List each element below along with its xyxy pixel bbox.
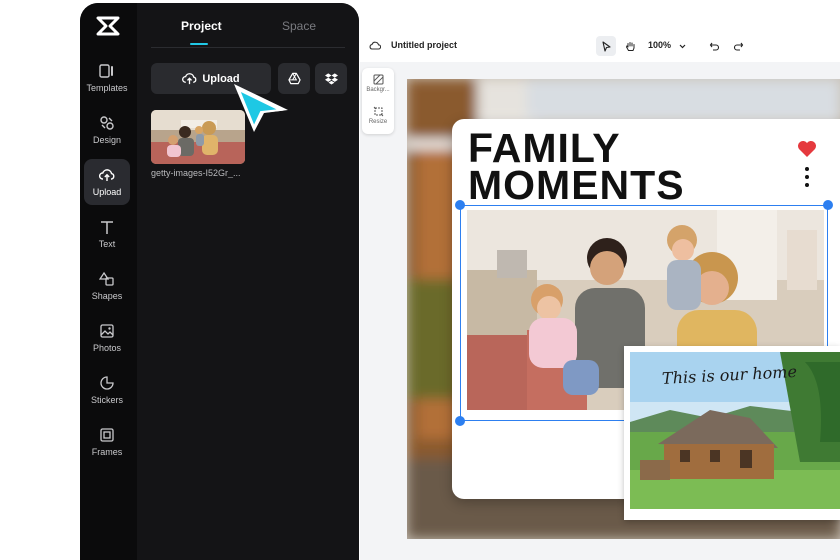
upload-icon bbox=[99, 169, 115, 181]
divider bbox=[151, 47, 345, 48]
headline-text[interactable]: FAMILY MOMENTS bbox=[468, 128, 768, 208]
rail-item-text[interactable]: Text bbox=[84, 211, 130, 257]
hand-icon bbox=[625, 41, 634, 51]
resize-tool-label: Resize bbox=[368, 119, 388, 125]
redo-icon bbox=[733, 42, 743, 51]
rail-item-frames[interactable]: Frames bbox=[84, 419, 130, 465]
resize-tool[interactable]: Resize bbox=[362, 106, 394, 125]
project-title[interactable]: Untitled project bbox=[391, 40, 457, 50]
active-tab-indicator bbox=[190, 43, 208, 45]
frames-icon bbox=[100, 428, 114, 442]
rail-label: Frames bbox=[91, 447, 123, 457]
pointer-cursor-icon bbox=[234, 84, 288, 132]
hand-tool-button[interactable] bbox=[620, 36, 640, 56]
rail-item-shapes[interactable]: Shapes bbox=[84, 263, 130, 309]
editor-toolbar: Untitled project 100% bbox=[360, 30, 840, 62]
background-icon bbox=[373, 74, 383, 85]
pointer-icon bbox=[601, 40, 611, 52]
rail-item-photos[interactable]: Photos bbox=[84, 315, 130, 361]
dropbox-button[interactable] bbox=[315, 63, 347, 94]
zoom-dropdown-button[interactable] bbox=[672, 36, 692, 56]
dropbox-icon bbox=[324, 73, 338, 85]
stickers-icon bbox=[100, 376, 114, 390]
cloud-upload-icon bbox=[182, 73, 197, 85]
templates-icon bbox=[99, 64, 113, 78]
shapes-icon bbox=[99, 271, 114, 286]
thumbnail-filename: getty-images-I52Gr_... bbox=[151, 168, 241, 178]
undo-button[interactable] bbox=[704, 36, 724, 56]
resize-handle-bottom-left[interactable] bbox=[455, 416, 465, 426]
photos-icon bbox=[100, 324, 114, 338]
background-tool-label: Backgr... bbox=[366, 87, 390, 93]
undo-icon bbox=[709, 42, 719, 51]
rail-item-design[interactable]: Design bbox=[84, 107, 130, 153]
tab-space[interactable]: Space bbox=[282, 19, 316, 33]
resize-handle-top-right[interactable] bbox=[823, 200, 833, 210]
rail-label: Upload bbox=[92, 187, 122, 197]
tool-rail: Templates Design Upload Text Shapes Phot… bbox=[80, 3, 137, 560]
cloud-sync-icon bbox=[369, 41, 381, 50]
rail-label: Design bbox=[92, 135, 121, 145]
resize-handle-top-left[interactable] bbox=[455, 200, 465, 210]
headline-line-2: MOMENTS bbox=[468, 162, 685, 208]
rail-item-templates[interactable]: Templates bbox=[84, 55, 130, 101]
heart-icon[interactable] bbox=[797, 140, 817, 158]
resize-icon bbox=[373, 106, 383, 117]
canvas-side-tools: Backgr... Resize bbox=[362, 68, 394, 134]
text-icon bbox=[101, 221, 113, 234]
editor-sidebar: Templates Design Upload Text Shapes Phot… bbox=[80, 3, 359, 560]
rail-item-stickers[interactable]: Stickers bbox=[84, 367, 130, 413]
panel-tabs: Project Space bbox=[137, 17, 359, 47]
select-tool-button[interactable] bbox=[596, 36, 616, 56]
rail-label: Text bbox=[98, 239, 116, 249]
zoom-level[interactable]: 100% bbox=[648, 40, 671, 50]
rail-label: Shapes bbox=[91, 291, 123, 301]
background-tool[interactable]: Backgr... bbox=[362, 74, 394, 93]
rail-label: Stickers bbox=[90, 395, 123, 405]
screen: Templates Design Upload Text Shapes Phot… bbox=[0, 0, 840, 560]
tab-project[interactable]: Project bbox=[181, 19, 222, 33]
rail-label: Templates bbox=[86, 83, 128, 93]
capcut-logo-icon[interactable] bbox=[96, 15, 120, 37]
chevron-down-icon bbox=[679, 44, 685, 48]
design-icon bbox=[100, 116, 114, 130]
rail-label: Photos bbox=[92, 343, 122, 353]
more-options-icon[interactable] bbox=[804, 166, 810, 188]
rail-item-upload[interactable]: Upload bbox=[84, 159, 130, 205]
redo-button[interactable] bbox=[728, 36, 748, 56]
